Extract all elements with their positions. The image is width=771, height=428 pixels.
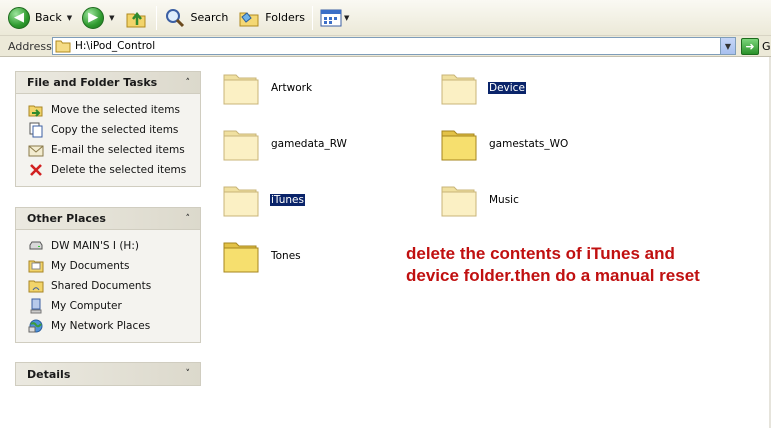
toolbar-separator	[155, 5, 157, 30]
folder-label: gamedata_RW	[271, 138, 347, 150]
folder-item[interactable]: gamedata_RW	[222, 125, 348, 163]
panel-title: Other Places	[27, 212, 106, 225]
folder-label: Tones	[271, 250, 301, 262]
task-move-items[interactable]: Move the selected items	[28, 100, 200, 120]
views-dropdown-icon[interactable]: ▼	[344, 14, 349, 22]
back-label: Back	[35, 11, 62, 24]
network-icon	[28, 318, 44, 334]
move-icon	[28, 102, 44, 118]
up-folder-button[interactable]	[123, 3, 151, 33]
toolbar-separator	[312, 5, 314, 30]
back-button[interactable]: ◀ Back ▼	[6, 3, 74, 33]
folder-icon	[223, 186, 259, 217]
folder-icon	[223, 74, 259, 105]
panel-title: File and Folder Tasks	[27, 76, 158, 89]
folders-button[interactable]: Folders	[236, 3, 307, 33]
annotation-line: device folder.then do a manual reset	[406, 266, 700, 285]
panel-title: Details	[27, 367, 71, 381]
task-delete-items[interactable]: Delete the selected items	[28, 160, 200, 180]
annotation-line: delete the contents of iTunes and	[406, 244, 675, 263]
forward-button[interactable]: ▶ ▼	[80, 3, 116, 33]
place-label: Shared Documents	[51, 280, 152, 292]
up-folder-icon	[126, 11, 145, 27]
place-label: My Computer	[51, 300, 122, 312]
task-label: E-mail the selected items	[51, 144, 185, 156]
copy-icon	[28, 122, 44, 138]
place-label: DW MAIN'S I (H:)	[51, 240, 139, 252]
folder-icon	[223, 130, 259, 161]
task-label: Move the selected items	[51, 104, 180, 116]
forward-dropdown-icon[interactable]: ▼	[109, 14, 114, 22]
my-documents-icon	[28, 258, 44, 274]
folders-label: Folders	[265, 11, 306, 24]
shared-folder-icon	[28, 278, 44, 294]
collapse-chevron-icon[interactable]: ˄	[186, 214, 191, 224]
go-arrow-icon[interactable]: ➜	[741, 38, 759, 55]
email-icon	[28, 142, 44, 158]
folders-icon	[239, 11, 259, 26]
folder-label: Device	[488, 82, 526, 94]
folder-label: Music	[489, 194, 519, 206]
folder-label: iTunes	[270, 194, 305, 206]
forward-arrow-icon: ▶	[82, 6, 105, 29]
address-dropdown-icon[interactable]: ▼	[720, 38, 735, 54]
folder-icon	[223, 242, 259, 273]
file-list: Artwork Device gamedata_RW gamestats_WO …	[210, 57, 771, 428]
address-bar: Address H:\iPod_Control ▼ ➜ G	[0, 36, 771, 57]
back-dropdown-icon[interactable]: ▼	[67, 14, 72, 22]
task-label: Delete the selected items	[51, 164, 187, 176]
task-email-items[interactable]: E-mail the selected items	[28, 140, 200, 160]
drive-icon	[28, 238, 44, 254]
details-header[interactable]: Details ˅	[16, 363, 200, 385]
search-button[interactable]: Search	[162, 3, 231, 33]
file-folder-tasks-header[interactable]: File and Folder Tasks ˄	[16, 72, 200, 94]
views-button[interactable]: ▼	[318, 3, 351, 33]
other-places-header[interactable]: Other Places ˄	[16, 208, 200, 230]
folder-icon	[441, 130, 477, 161]
other-places-panel: Other Places ˄ DW MAIN'S I (H:) My Docum…	[15, 207, 201, 343]
folder-icon	[55, 40, 71, 53]
folder-item[interactable]: Device	[440, 69, 526, 107]
task-label: Copy the selected items	[51, 124, 179, 136]
go-label[interactable]: G	[762, 40, 771, 53]
place-label: My Documents	[51, 260, 130, 272]
computer-icon	[28, 298, 44, 314]
expand-chevron-icon[interactable]: ˅	[186, 369, 191, 379]
folder-icon	[441, 186, 477, 217]
place-my-documents[interactable]: My Documents	[28, 256, 200, 276]
place-my-computer[interactable]: My Computer	[28, 296, 200, 316]
back-arrow-icon: ◀	[8, 6, 30, 29]
task-pane: File and Folder Tasks ˄ Move the selecte…	[0, 57, 210, 428]
address-input[interactable]: H:\iPod_Control ▼	[52, 37, 736, 55]
file-folder-tasks-panel: File and Folder Tasks ˄ Move the selecte…	[15, 71, 201, 187]
address-label: Address	[8, 39, 52, 53]
search-icon	[165, 8, 184, 27]
place-shared-documents[interactable]: Shared Documents	[28, 276, 200, 296]
folder-item[interactable]: gamestats_WO	[440, 125, 569, 163]
folder-item[interactable]: Artwork	[222, 69, 313, 107]
views-icon	[320, 9, 342, 26]
search-label: Search	[190, 11, 229, 24]
place-label: My Network Places	[51, 320, 151, 332]
folder-icon	[441, 74, 477, 105]
folder-item[interactable]: iTunes	[222, 181, 305, 219]
folder-label: gamestats_WO	[489, 138, 569, 150]
delete-icon	[28, 162, 44, 178]
folder-label: Artwork	[271, 82, 313, 94]
address-path: H:\iPod_Control	[75, 40, 156, 52]
place-drive[interactable]: DW MAIN'S I (H:)	[28, 236, 200, 256]
annotation-text: delete the contents of iTunes and device…	[406, 243, 766, 287]
folder-item[interactable]: Tones	[222, 237, 302, 275]
place-my-network-places[interactable]: My Network Places	[28, 316, 200, 336]
toolbar: ◀ Back ▼ ▶ ▼ Search Folders ▼	[0, 0, 771, 36]
collapse-chevron-icon[interactable]: ˄	[186, 78, 191, 88]
task-copy-items[interactable]: Copy the selected items	[28, 120, 200, 140]
folder-item[interactable]: Music	[440, 181, 520, 219]
details-panel: Details ˅	[15, 362, 201, 386]
